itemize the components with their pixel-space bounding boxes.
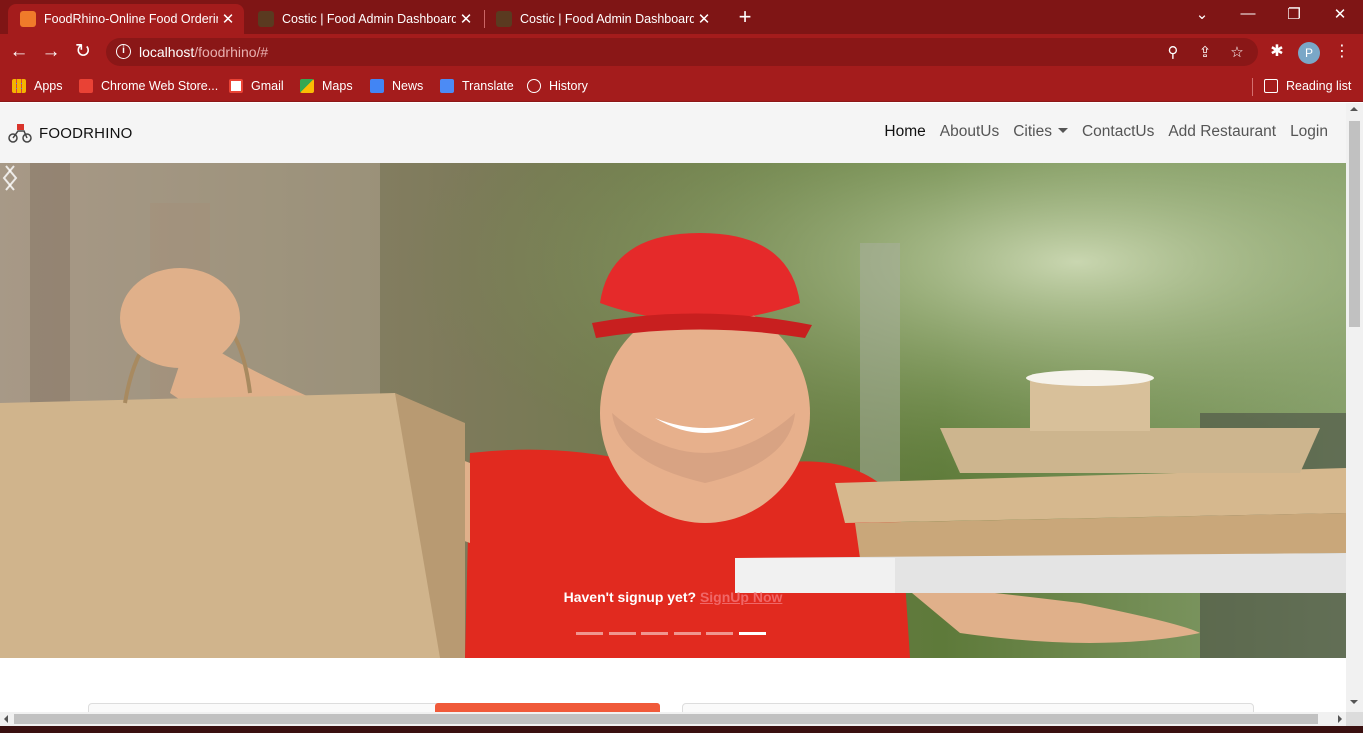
signup-link[interactable]: SignUp Now [700,589,782,605]
horizontal-scroll-thumb[interactable] [14,714,1318,724]
url-host: localhost [139,44,195,60]
back-arrow-icon[interactable]: ← [8,41,30,63]
tab-costic-1[interactable]: Costic | Food Admin Dashboard A ✕ [246,4,482,34]
carousel-indicator[interactable] [673,632,701,635]
costic-favicon-icon [496,11,512,27]
extensions-puzzle-icon[interactable]: ✱ [1266,41,1288,61]
nav-login[interactable]: Login [1290,123,1328,141]
close-tab-icon[interactable]: ✕ [694,10,714,28]
carousel-indicator[interactable] [641,632,668,635]
bookmark-label: Gmail [251,79,284,93]
brand[interactable]: FOODRHINO [8,123,132,143]
scrollbar-corner [1346,712,1363,726]
reading-list-button[interactable]: Reading list [1264,77,1351,95]
nav-cities-label: Cities [1013,123,1052,140]
bookmark-translate[interactable]: Translate [440,77,514,95]
share-icon[interactable]: ⇪ [1195,43,1215,61]
caption-text: Haven't signup yet? [563,589,700,605]
bookmark-label: Translate [462,79,514,93]
site-navbar: FOODRHINO Home AboutUs Cities ContactUs … [0,103,1346,163]
nav-home[interactable]: Home [884,123,925,141]
reload-icon[interactable]: ↻ [72,41,94,63]
bookmark-apps[interactable]: Apps [12,77,63,95]
close-window-icon[interactable]: ✕ [1317,5,1363,23]
apps-grid-icon [12,79,26,93]
nav-about[interactable]: AboutUs [940,123,999,141]
url-text: localhost/foodrhino/# [139,44,268,60]
bookmark-label: History [549,79,588,93]
new-tab-icon[interactable]: + [734,6,756,28]
bookmarks-bar: Apps Chrome Web Store... Gmail Maps News… [0,70,1363,102]
tab-title: FoodRhino-Online Food Ordering [44,12,218,26]
vertical-scroll-thumb[interactable] [1349,121,1360,327]
delivery-man-hero-image [0,163,1346,658]
news-icon [370,79,384,93]
bookmark-star-icon[interactable]: ☆ [1227,43,1247,61]
tab-costic-2[interactable]: Costic | Food Admin Dashboard A ✕ [484,4,720,34]
scroll-down-arrow-icon[interactable] [1350,700,1358,704]
tab-title: Costic | Food Admin Dashboard A [282,12,456,26]
close-tab-icon[interactable]: ✕ [218,10,238,28]
bookmark-gmail[interactable]: Gmail [229,77,284,95]
forward-arrow-icon[interactable]: → [40,41,62,63]
reading-list-icon [1264,79,1278,93]
bookmark-label: News [392,79,424,93]
bookmark-label: Apps [34,79,63,93]
browser-toolbar: ← → ↻ i localhost/foodrhino/# ⚲ ⇪ ☆ ✱ P … [0,34,1363,70]
foodrhino-favicon-icon [20,11,36,27]
gmail-icon [229,79,243,93]
tab-search-chevron-icon[interactable]: ⌄ [1179,5,1225,23]
site-info-icon[interactable]: i [116,44,131,59]
bookmark-history[interactable]: History [527,77,588,95]
main-nav: Home AboutUs Cities ContactUs Add Restau… [870,123,1328,141]
page-viewport: FOODRHINO Home AboutUs Cities ContactUs … [0,103,1346,712]
close-tab-icon[interactable]: ✕ [456,10,476,28]
history-clock-icon [527,79,541,93]
carousel-indicator[interactable] [706,632,733,635]
carousel-caption: Haven't signup yet? SignUp Now [0,589,1346,605]
vertical-scrollbar[interactable] [1346,103,1363,712]
url-path: /foodrhino/# [194,44,269,60]
nav-add-restaurant[interactable]: Add Restaurant [1168,123,1276,141]
bookmark-maps[interactable]: Maps [300,77,353,95]
maps-icon [300,79,314,93]
delivery-bike-logo-icon [8,124,32,143]
web-store-icon [79,79,93,93]
tab-strip: FoodRhino-Online Food Ordering ✕ Costic … [0,0,1363,34]
hero-carousel: Haven't signup yet? SignUp Now [0,163,1346,658]
carousel-next-icon[interactable] [0,163,20,193]
content-section [0,658,1346,712]
minimize-icon[interactable]: — [1225,5,1271,22]
tab-foodrhino[interactable]: FoodRhino-Online Food Ordering ✕ [8,4,244,34]
nav-cities-dropdown[interactable]: Cities [1013,123,1068,141]
feature-card-right [682,703,1254,712]
bookmark-label: Maps [322,79,353,93]
bookmark-chrome-web-store[interactable]: Chrome Web Store... [79,77,218,95]
dropdown-caret-icon [1057,128,1068,133]
scroll-right-arrow-icon[interactable] [1338,715,1342,723]
address-bar[interactable]: i localhost/foodrhino/# ⚲ ⇪ ☆ [106,38,1258,66]
translate-icon [440,79,454,93]
reading-list-label: Reading list [1286,79,1352,93]
os-taskbar-edge [0,726,1363,733]
bookmark-label: Chrome Web Store... [101,79,219,93]
scroll-left-arrow-icon[interactable] [4,715,8,723]
carousel-indicator[interactable] [608,632,636,635]
chrome-menu-icon[interactable]: ⋮ [1331,41,1353,61]
scroll-up-arrow-icon[interactable] [1350,107,1358,111]
zoom-icon[interactable]: ⚲ [1163,43,1183,61]
restore-icon[interactable]: ❐ [1271,5,1317,23]
nav-contact[interactable]: ContactUs [1082,123,1154,141]
bookmarks-divider [1252,78,1253,96]
carousel-indicator-active[interactable] [738,632,766,635]
tab-title: Costic | Food Admin Dashboard A [520,12,694,26]
brand-name: FOODRHINO [39,124,133,142]
profile-avatar[interactable]: P [1298,42,1320,64]
carousel-indicators [576,632,771,635]
horizontal-scrollbar[interactable] [0,712,1346,726]
card-accent-banner [435,703,660,712]
costic-favicon-icon [258,11,274,27]
bookmark-news[interactable]: News [370,77,423,95]
carousel-indicator[interactable] [576,632,603,635]
